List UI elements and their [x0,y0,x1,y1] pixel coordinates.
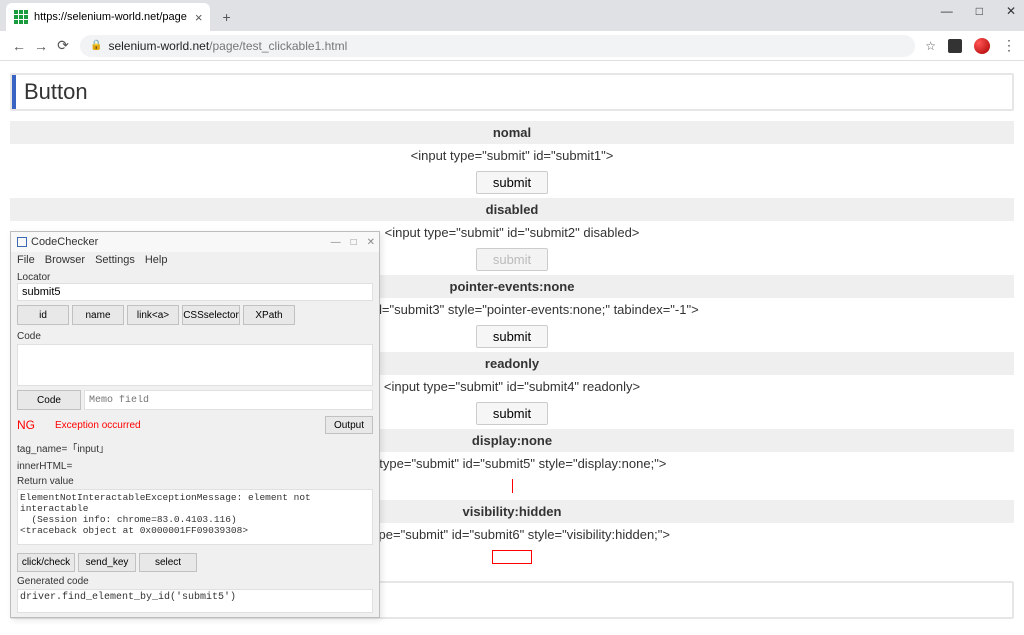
submit4-button[interactable]: submit [476,402,548,425]
address-bar: ← → ⟳ 🔒 selenium-world.net /page/test_cl… [0,31,1024,61]
tool-title: CodeChecker [31,236,98,248]
locator-input[interactable] [17,283,373,301]
menu-settings[interactable]: Settings [95,254,135,266]
return-value-box[interactable]: ElementNotInteractableExceptionMessage: … [17,489,373,545]
favicon-icon [14,10,28,24]
submit3-button: submit [476,325,548,348]
css-button[interactable]: CSSselector [182,305,240,325]
id-button[interactable]: id [17,305,69,325]
tab-close-icon[interactable]: × [195,10,203,25]
code-button[interactable]: Code [17,390,81,410]
tool-close-icon[interactable]: ✕ [367,237,375,248]
maximize-icon[interactable]: □ [972,2,987,20]
tool-titlebar[interactable]: CodeChecker — □ ✕ [11,232,379,252]
generated-code-label: Generated code [17,576,373,587]
row-code: <input type="submit" id="submit1"> [10,144,1014,167]
menu-file[interactable]: File [17,254,35,266]
output-button[interactable]: Output [325,416,373,434]
generated-code-box[interactable]: driver.find_element_by_id('submit5') [17,589,373,613]
menu-icon[interactable]: ⋮ [1002,37,1016,54]
lock-icon: 🔒 [90,40,102,51]
send-key-button[interactable]: send_key [78,553,136,572]
browser-tab[interactable]: https://selenium-world.net/page × [6,3,210,31]
memo-input[interactable] [84,390,373,410]
menu-browser[interactable]: Browser [45,254,85,266]
profile-icon[interactable] [974,38,990,54]
new-tab-button[interactable]: + [222,9,230,25]
hidden-indicator-box [492,550,532,564]
window-controls: — □ ✕ [937,2,1020,20]
xpath-button[interactable]: XPath [243,305,295,325]
locator-label: Locator [17,272,373,283]
browser-tab-strip: https://selenium-world.net/page × + — □ … [0,0,1024,31]
exception-text: Exception occurred [55,420,141,431]
forward-button[interactable]: → [30,35,52,57]
url-host: selenium-world.net [108,39,209,53]
result-status: NG [17,418,35,432]
code-textarea[interactable] [17,344,373,386]
submit2-button: submit [476,248,548,271]
submit1-button[interactable]: submit [476,171,548,194]
empty-indicator [512,479,513,493]
tool-maximize-icon[interactable]: □ [351,237,357,248]
code-label: Code [17,331,373,342]
name-button[interactable]: name [72,305,124,325]
return-label: Return value [17,476,373,487]
button-section-box: Button [10,73,1014,111]
close-icon[interactable]: ✕ [1002,2,1020,20]
reload-button[interactable]: ⟳ [52,35,74,57]
row-label: nomal [10,121,1014,144]
row-label: disabled [10,198,1014,221]
link-button[interactable]: link<a> [127,305,179,325]
select-button[interactable]: select [139,553,197,572]
url-input[interactable]: 🔒 selenium-world.net /page/test_clickabl… [80,35,915,57]
tag-name-text: tag_name=「input」 [17,440,373,455]
url-path: /page/test_clickable1.html [209,39,347,53]
back-button[interactable]: ← [8,35,30,57]
codechecker-window: CodeChecker — □ ✕ File Browser Settings … [10,231,380,618]
tool-menubar: File Browser Settings Help [11,252,379,268]
extension-icon[interactable] [948,39,962,53]
heading-button: Button [12,75,1012,109]
menu-help[interactable]: Help [145,254,168,266]
click-check-button[interactable]: click/check [17,553,75,572]
inner-html-text: innerHTML= [17,461,373,472]
minimize-icon[interactable]: — [937,2,957,20]
tool-minimize-icon[interactable]: — [331,237,341,248]
tool-app-icon [17,237,27,247]
tab-title: https://selenium-world.net/page [34,11,187,23]
star-icon[interactable]: ☆ [925,39,936,53]
